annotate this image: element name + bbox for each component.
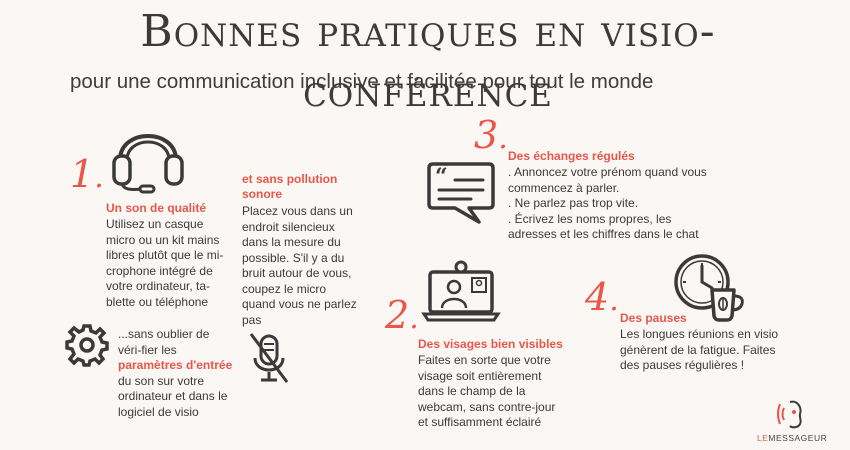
section2-text: Faites en sorte que votre visage soit en… [418,353,556,429]
messageur-logo-text: LEMESSAGEUR [757,433,828,443]
messageur-logo-icon [777,400,802,429]
webcam-laptop-icon [421,260,501,322]
section4-heading: Des pauses [620,311,687,325]
section4-number: 4. [585,275,619,319]
section4-text: Les longues réunions en visio génèrent d… [620,327,779,372]
section1-text: Utilisez un casque micro ou un kit mains… [106,217,224,309]
svg-text:“: “ [435,164,448,190]
bullet-item: . Ne parlez pas trop vite. [508,196,639,210]
section3-bullets: . Annoncez votre prénom quand vous comme… [508,165,708,243]
chat-bubble-icon: “ [427,162,495,224]
section1-number: 1. [70,152,104,196]
page-subtitle: pour une communication inclusive et faci… [70,70,654,93]
section1b-text: Placez vous dans un endroit silencieux d… [242,204,357,327]
input-settings-highlight: paramètres d'entrée [118,358,233,372]
section2-number: 2. [385,293,419,337]
section2-heading: Des visages bien visibles [418,337,563,351]
section3-number: 3. [474,113,508,157]
section1-heading: Un son de qualité [106,201,207,215]
muted-microphone-icon [249,333,289,383]
headset-icon [112,134,184,194]
section3-heading: Des échanges régulés [508,149,635,163]
section1c-text: ...sans oublier de véri-fier les paramèt… [118,327,233,419]
bullet-item: . Annoncez votre prénom quand vous comme… [508,165,707,195]
bullet-item: . Écrivez les noms propres, les adresses… [508,211,699,242]
gear-icon [65,324,109,367]
page-title: Bonnes pratiques en visio-conférence [140,6,716,117]
section1b-heading: et sans pollution sonore [242,172,338,201]
